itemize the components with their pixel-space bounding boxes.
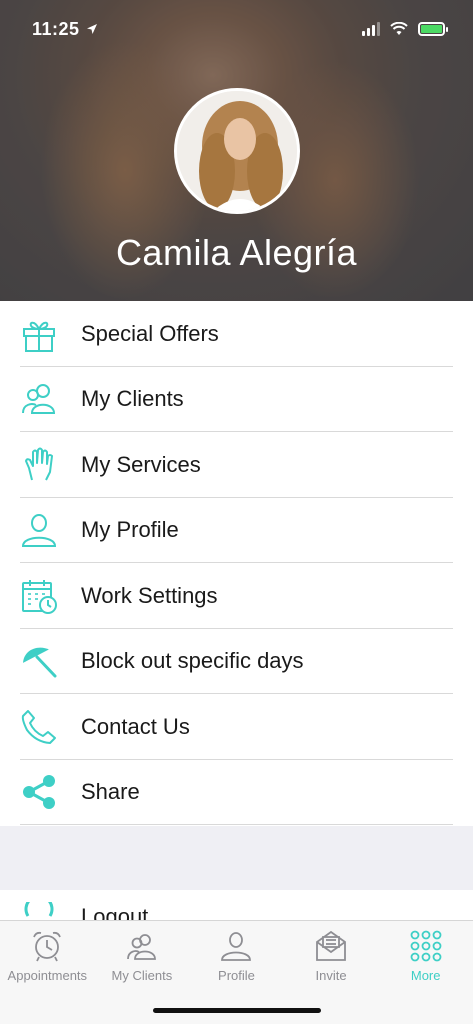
menu-item-special-offers[interactable]: Special Offers (0, 301, 473, 367)
status-bar: 11:25 (0, 0, 473, 58)
menu-item-label: Work Settings (81, 582, 218, 608)
gift-icon (23, 321, 55, 352)
location-arrow-icon (86, 24, 97, 34)
person-icon (21, 514, 57, 548)
person-icon (221, 932, 252, 961)
logout-label: Logout (81, 904, 149, 920)
menu-item-block-out-days[interactable]: Block out specific days (0, 629, 473, 694)
menu-item-label: My Profile (81, 517, 179, 543)
menu-item-label: My Clients (81, 386, 184, 412)
clients-icon (22, 384, 56, 415)
cellular-signal-icon (362, 22, 380, 36)
menu-item-contact-us[interactable]: Contact Us (0, 694, 473, 760)
wifi-icon (390, 22, 408, 35)
tab-label: Profile (218, 968, 255, 983)
menu-item-label: Share (81, 779, 140, 805)
phone-icon (21, 709, 56, 744)
clients-icon (126, 934, 156, 960)
tab-my-clients[interactable]: My Clients (95, 921, 190, 991)
profile-name: Camila Alegría (115, 232, 358, 273)
menu-item-my-clients[interactable]: My Clients (0, 367, 473, 432)
tab-invite[interactable]: Invite (284, 921, 379, 991)
menu-item-label: My Services (81, 451, 201, 477)
menu-item-my-profile[interactable]: My Profile (0, 498, 473, 563)
tab-appointments[interactable]: Appointments (0, 921, 95, 991)
umbrella-icon (22, 647, 57, 678)
tab-label: My Clients (111, 968, 173, 983)
tab-profile[interactable]: Profile (189, 921, 284, 991)
battery-icon (418, 22, 448, 36)
section-spacer (0, 826, 473, 890)
menu-item-my-services[interactable]: My Services (0, 432, 473, 498)
alarm-clock-icon (33, 931, 62, 962)
envelope-icon (316, 930, 346, 961)
logout-icon (24, 902, 54, 917)
calendar-clock-icon (22, 579, 57, 614)
tab-label: More (410, 968, 441, 983)
profile-header: 11:25 Camila Alegría (0, 0, 473, 301)
menu-item-label: Special Offers (81, 320, 219, 346)
tab-label: Appointments (7, 968, 88, 983)
menu-item-logout[interactable]: Logout (0, 890, 473, 920)
home-indicator[interactable] (153, 1008, 321, 1013)
avatar[interactable] (174, 88, 300, 214)
share-icon (23, 775, 55, 810)
hand-icon (25, 447, 53, 481)
menu-item-label: Block out specific days (81, 648, 304, 674)
tab-more[interactable]: More (378, 921, 473, 991)
menu-item-share[interactable]: Share (0, 760, 473, 825)
status-time: 11:25 (32, 18, 80, 39)
tab-label: Invite (315, 968, 347, 983)
menu-item-label: Contact Us (81, 713, 190, 739)
more-menu: Special Offers My Clients My Services My… (0, 301, 473, 825)
menu-item-work-settings[interactable]: Work Settings (0, 563, 473, 629)
grid-dots-icon (410, 930, 442, 962)
avatar-photo (177, 91, 297, 211)
